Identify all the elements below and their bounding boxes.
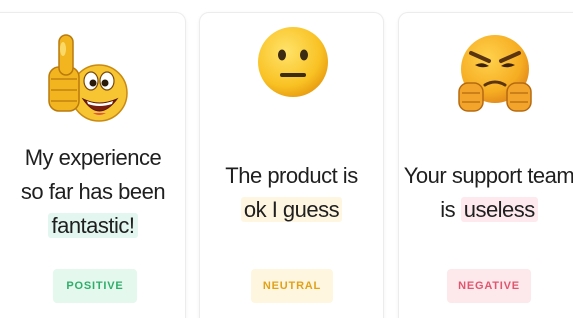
message-line: so far has been <box>20 179 166 204</box>
highlighted-phrase: fantastic! <box>48 213 138 238</box>
highlighted-phrase: useless <box>460 197 538 222</box>
message-text: My experience so far has been fantastic! <box>1 141 185 243</box>
sentiment-badge-neutral: NEUTRAL <box>251 269 333 303</box>
sentiment-card-neutral: The product is ok I guess NEUTRAL <box>199 12 384 318</box>
message-line: Your support team <box>403 163 573 188</box>
highlighted-phrase: ok I guess <box>240 197 343 222</box>
message-prefix: is <box>440 197 461 222</box>
message-text: The product is ok I guess <box>200 159 383 227</box>
sentiment-cards: My experience so far has been fantastic!… <box>0 0 573 318</box>
sentiment-badge-positive: POSITIVE <box>53 269 137 303</box>
sentiment-card-positive: My experience so far has been fantastic!… <box>0 12 186 318</box>
message-text: Your support team is useless <box>399 159 573 227</box>
message-line: My experience <box>24 145 162 170</box>
sentiment-card-negative: Your support team is useless NEGATIVE <box>398 12 573 318</box>
message-line: The product is <box>225 163 358 188</box>
angry-thumbs-down-icon <box>458 35 532 112</box>
neutral-face-icon <box>258 27 328 97</box>
thumbs-up-grin-icon <box>48 34 128 122</box>
sentiment-badge-negative: NEGATIVE <box>447 269 531 303</box>
